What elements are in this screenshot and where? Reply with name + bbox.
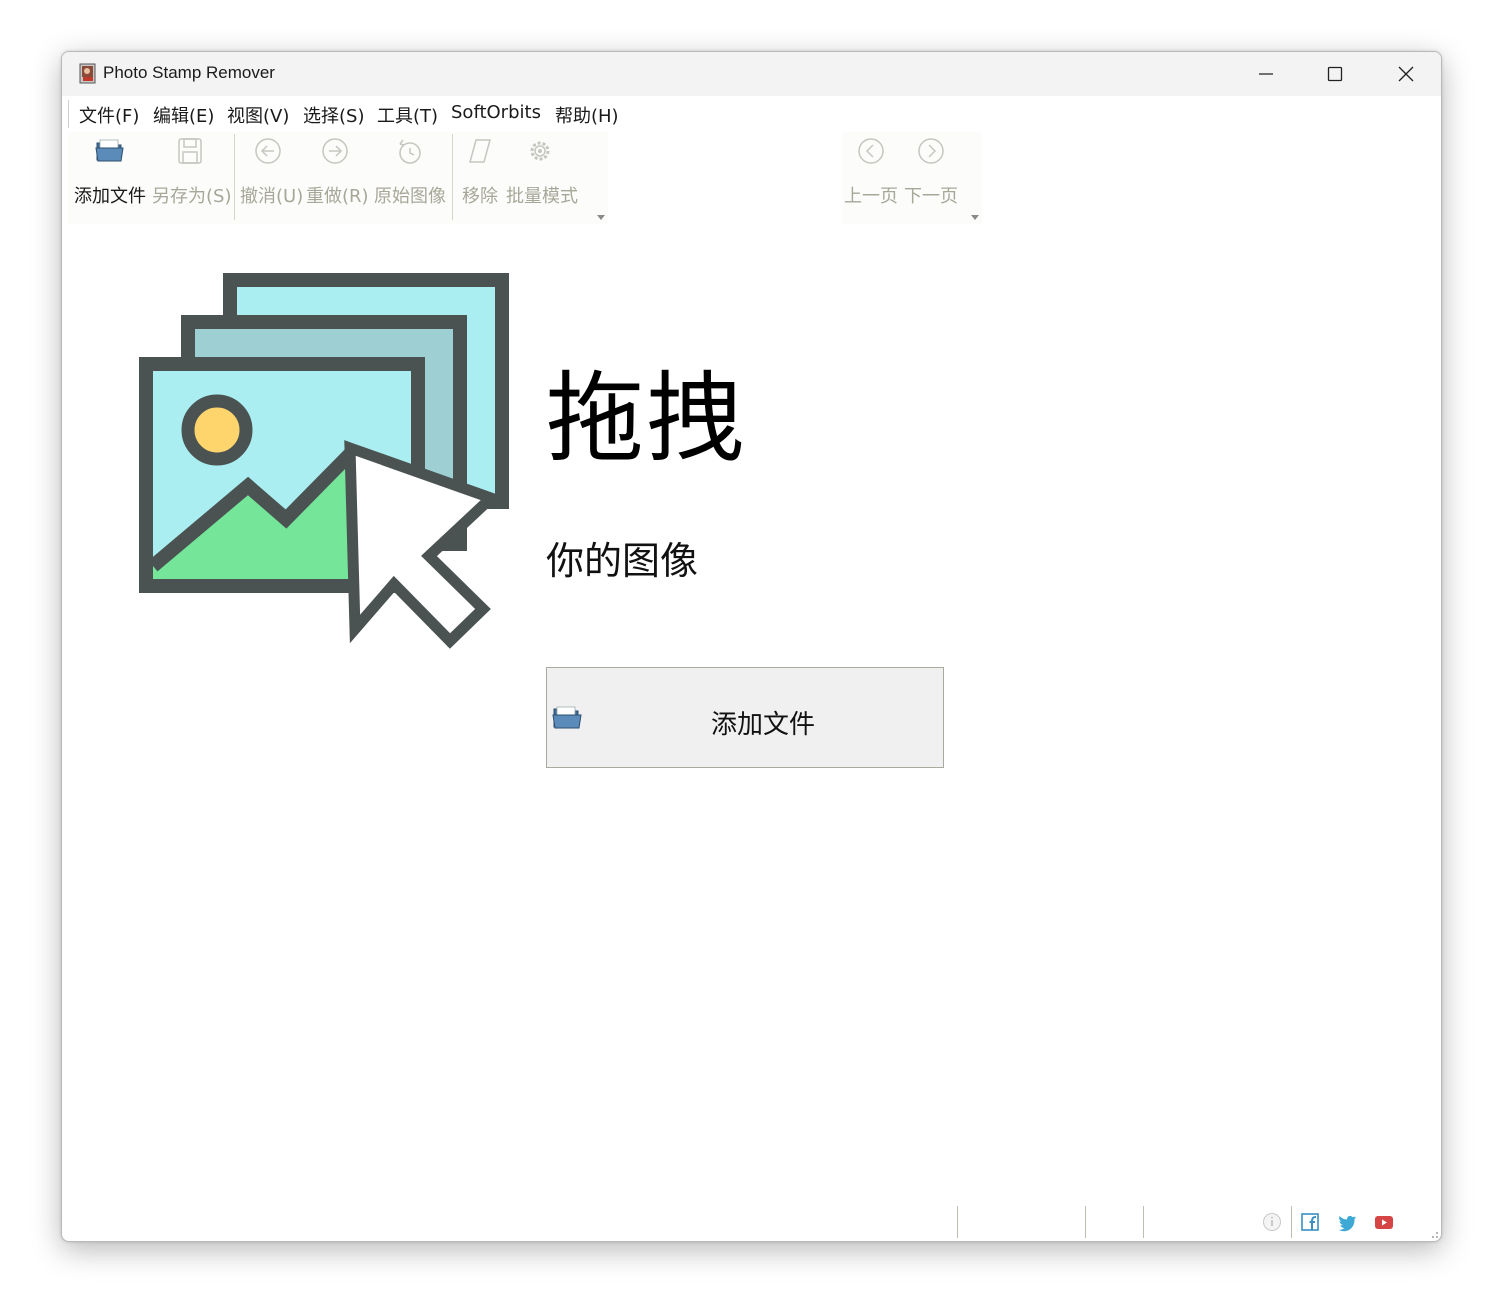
original-image-button[interactable]: 原始图像: [372, 132, 452, 224]
status-separator: [1085, 1206, 1086, 1238]
floppy-disk-icon: [178, 138, 202, 164]
menu-select[interactable]: 选择(S): [303, 102, 364, 128]
next-page-button[interactable]: 下一页: [902, 132, 962, 224]
drag-drop-images-illustration: [139, 273, 509, 649]
status-separator: [1291, 1206, 1292, 1238]
app-window: Photo Stamp Remover 文件(F) 编辑(E) 视图(V) 选择…: [61, 51, 1442, 1242]
arrow-right-circle-icon: [322, 138, 348, 164]
gear-icon: [530, 141, 550, 161]
maximize-icon: [1327, 66, 1343, 82]
remove-button[interactable]: 移除: [456, 132, 504, 224]
status-separator: [1143, 1206, 1144, 1238]
chevron-left-circle-icon: [858, 138, 884, 164]
maximize-button[interactable]: [1300, 52, 1370, 96]
title-bar[interactable]: Photo Stamp Remover: [62, 52, 1441, 96]
info-icon[interactable]: [1262, 1212, 1282, 1232]
add-file-toolbar-button[interactable]: 添加文件: [68, 132, 148, 224]
youtube-icon[interactable]: [1374, 1212, 1394, 1232]
batch-mode-button[interactable]: 批量模式: [504, 132, 584, 224]
menu-tools[interactable]: 工具(T): [377, 102, 438, 128]
remove-label: 移除: [462, 186, 498, 207]
toolbar-separator: [452, 134, 453, 220]
menu-file[interactable]: 文件(F): [79, 102, 139, 128]
add-file-button[interactable]: 添加文件: [546, 667, 944, 768]
window-title: Photo Stamp Remover: [103, 63, 275, 82]
minimize-icon: [1259, 73, 1273, 75]
status-separator: [957, 1206, 958, 1238]
toolbar-overflow-icon[interactable]: [597, 215, 605, 220]
add-file-button-label: 添加文件: [710, 710, 815, 740]
close-icon: [1398, 66, 1414, 82]
main-toolbar: 添加文件 另存为(S) 撤消(U) 重做(R) 原始图像 移除 批量模式: [68, 132, 608, 224]
close-button[interactable]: [1371, 52, 1441, 96]
twitter-icon[interactable]: [1337, 1212, 1357, 1232]
original-image-label: 原始图像: [374, 186, 446, 207]
undo-label: 撤消(U): [240, 186, 304, 207]
menu-view[interactable]: 视图(V): [227, 102, 289, 128]
menu-softorbits[interactable]: SoftOrbits: [451, 102, 541, 123]
navigation-toolbar: 上一页 下一页: [842, 132, 982, 224]
restore-clock-icon: [399, 139, 421, 164]
redo-label: 重做(R): [306, 186, 369, 207]
menu-help[interactable]: 帮助(H): [555, 102, 619, 128]
nav-toolbar-overflow-icon[interactable]: [971, 215, 979, 220]
menu-bar: 文件(F) 编辑(E) 视图(V) 选择(S) 工具(T) SoftOrbits…: [62, 96, 1441, 132]
prev-page-button[interactable]: 上一页: [842, 132, 902, 224]
undo-button[interactable]: 撤消(U): [238, 132, 306, 224]
chevron-right-circle-icon: [918, 138, 944, 164]
resize-grip-icon[interactable]: [1427, 1227, 1439, 1239]
arrow-left-circle-icon: [255, 138, 281, 164]
eraser-icon: [469, 139, 491, 163]
batch-mode-label: 批量模式: [506, 186, 578, 207]
app-icon: [79, 63, 96, 84]
next-page-label: 下一页: [904, 186, 958, 207]
save-as-button[interactable]: 另存为(S): [148, 132, 232, 224]
save-as-label: 另存为(S): [152, 186, 232, 207]
menu-edit[interactable]: 编辑(E): [153, 102, 214, 128]
redo-button[interactable]: 重做(R): [306, 132, 374, 224]
menubar-grip: [68, 100, 69, 128]
drag-subtitle: 你的图像: [546, 539, 699, 583]
add-file-label: 添加文件: [74, 186, 146, 207]
minimize-button[interactable]: [1231, 52, 1301, 96]
drag-title: 拖拽: [546, 362, 747, 476]
facebook-icon[interactable]: [1300, 1212, 1320, 1232]
open-folder-icon: [95, 139, 124, 162]
toolbar-separator: [234, 134, 235, 220]
prev-page-label: 上一页: [844, 186, 898, 207]
